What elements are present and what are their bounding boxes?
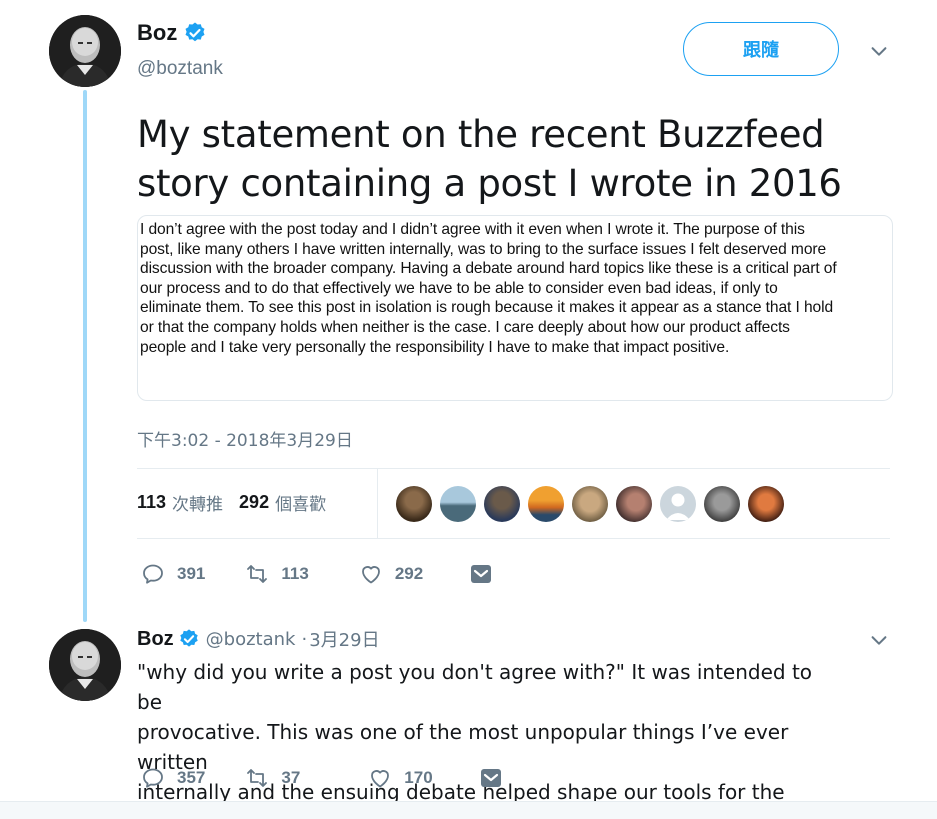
- direct-message-button[interactable]: [469, 562, 493, 586]
- author-name-row[interactable]: Boz: [137, 20, 207, 46]
- statement-line: post, like many others I have written in…: [140, 240, 827, 258]
- like-button[interactable]: 292: [359, 562, 423, 586]
- statement-line: eliminate them. To see this post in isol…: [140, 299, 834, 317]
- liker-avatar[interactable]: [528, 486, 564, 522]
- liker-avatars: [396, 486, 784, 522]
- default-avatar[interactable]: [660, 486, 696, 522]
- verified-badge-icon: [179, 629, 198, 647]
- heart-icon: [371, 770, 390, 788]
- verified-badge-icon: [185, 22, 205, 42]
- reply-like-button[interactable]: 170: [368, 766, 433, 790]
- statement-line: our process and to do that effectively w…: [140, 279, 778, 297]
- reply-count: 391: [177, 564, 206, 583]
- reply-author-name[interactable]: Boz: [137, 628, 174, 651]
- reply-direct-message-button[interactable]: [479, 766, 503, 790]
- direct-message-icon: [480, 769, 501, 787]
- tweet-text: My statement on the recent Buzzfeed stor…: [137, 113, 842, 205]
- retweet-icon: [247, 769, 268, 787]
- statement-text: I don’t agree with the post today and I …: [140, 220, 892, 357]
- chevron-down-icon[interactable]: [868, 40, 890, 62]
- statement-line: people and I take very personally the re…: [140, 338, 730, 356]
- reply-retweet-button[interactable]: 37: [245, 766, 300, 790]
- retweets-stat[interactable]: 113 次轉推: [137, 490, 223, 515]
- retweet-count: 113: [281, 564, 309, 583]
- reply-reply-button[interactable]: 357: [141, 766, 205, 790]
- reply-icon: [143, 564, 163, 584]
- retweets-stat-label: 次轉推: [172, 495, 224, 515]
- direct-message-icon: [471, 565, 492, 583]
- thread-connector-line: [83, 90, 87, 622]
- like-count: 292: [394, 564, 424, 583]
- reply-chevron-down-icon[interactable]: [868, 629, 890, 651]
- reply-text-line: "why did you write a post you don't agre…: [137, 660, 813, 714]
- stats-vertical-divider: [377, 468, 378, 538]
- statement-line: or that the company holds when neither i…: [140, 318, 790, 336]
- likes-stat[interactable]: 292 個喜歡: [239, 490, 326, 515]
- reply-header: Boz @boztank · 3月29日: [137, 626, 380, 652]
- reply-reply-count: 357: [177, 768, 206, 787]
- tweet-actions: 391 113 292: [141, 562, 493, 586]
- engagement-stats: 113 次轉推 292 個喜歡: [137, 490, 326, 515]
- author-handle[interactable]: @boztank: [137, 58, 223, 80]
- tweet-timestamp[interactable]: 下午3:02 - 2018年3月29日: [137, 426, 353, 451]
- retweets-stat-count: 113: [137, 492, 167, 512]
- reply-author-avatar[interactable]: [49, 629, 121, 701]
- statement-image[interactable]: I don’t agree with the post today and I …: [137, 215, 893, 401]
- reply-text: "why did you write a post you don't agre…: [137, 657, 837, 819]
- liker-avatar[interactable]: [748, 486, 784, 522]
- liker-avatar[interactable]: [572, 486, 608, 522]
- stats-divider-bottom: [137, 538, 890, 539]
- liker-avatar[interactable]: [440, 486, 476, 522]
- follow-button[interactable]: 跟隨: [683, 22, 839, 76]
- heart-icon: [361, 566, 380, 584]
- reply-icon: [143, 768, 163, 788]
- author-name[interactable]: Boz: [137, 20, 177, 46]
- liker-avatar[interactable]: [484, 486, 520, 522]
- reply-date[interactable]: 3月29日: [309, 626, 379, 652]
- liker-avatar[interactable]: [396, 486, 432, 522]
- reply-like-count: 170: [404, 768, 433, 787]
- liker-avatar[interactable]: [616, 486, 652, 522]
- likes-stat-label: 個喜歡: [275, 495, 327, 515]
- statement-line: discussion with the broader company. Hav…: [140, 260, 837, 278]
- bottom-bar: [0, 801, 937, 819]
- statement-line: I don’t agree with the post today and I …: [140, 221, 805, 238]
- reply-retweet-count: 37: [281, 768, 301, 787]
- likes-stat-count: 292: [239, 492, 270, 512]
- retweet-icon: [247, 565, 268, 583]
- liker-avatar[interactable]: [704, 486, 740, 522]
- retweet-button[interactable]: 113: [245, 562, 309, 586]
- author-avatar[interactable]: [49, 15, 121, 87]
- reply-button[interactable]: 391: [141, 562, 205, 586]
- stats-divider-top: [137, 468, 890, 469]
- reply-author-handle[interactable]: @boztank: [206, 629, 296, 650]
- reply-actions: 357 37 170: [141, 766, 503, 790]
- reply-meta-separator: ·: [301, 628, 308, 650]
